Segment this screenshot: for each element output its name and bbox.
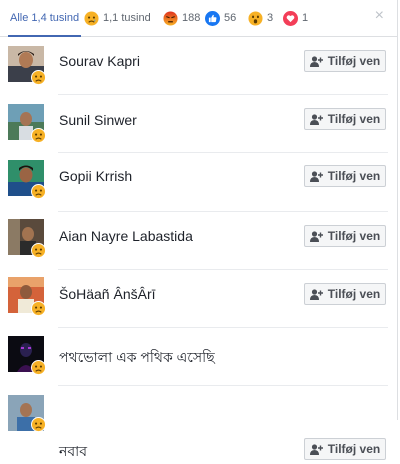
close-icon[interactable]: × bbox=[375, 8, 384, 24]
add-friend-label: Tilføj ven bbox=[327, 169, 381, 183]
person-name[interactable]: Sunil Sinwer bbox=[59, 112, 137, 128]
add-friend-button[interactable]: Tilføj ven bbox=[304, 108, 386, 130]
list-item: Sunil Sinwer Tilføj ven bbox=[0, 95, 398, 153]
angry-reaction-icon bbox=[163, 10, 178, 26]
add-friend-button[interactable]: Tilføj ven bbox=[304, 165, 386, 187]
add-friend-label: Tilføj ven bbox=[327, 442, 381, 456]
list-item: Aian Nayre Labastida Tilføj ven bbox=[0, 212, 398, 270]
tab-wow-count: 3 bbox=[267, 12, 274, 24]
tab-love-count: 1 bbox=[302, 12, 309, 24]
tab-angry[interactable]: 188 bbox=[163, 0, 200, 36]
add-friend-label: Tilføj ven bbox=[327, 287, 381, 301]
wow-reaction-icon bbox=[248, 10, 263, 26]
list-item: ŠoHäañ ÂnšÂrī Tilføj ven bbox=[0, 270, 398, 328]
sad-reaction-icon bbox=[31, 243, 46, 258]
tab-love[interactable]: 1 bbox=[283, 0, 308, 36]
add-friend-label: Tilføj ven bbox=[327, 229, 381, 243]
list-item: Sourav Kapri Tilføj ven bbox=[0, 37, 398, 95]
tab-sad-count: 1,1 tusind bbox=[103, 12, 151, 24]
sad-reaction-icon bbox=[84, 10, 99, 26]
add-friend-icon bbox=[309, 230, 323, 242]
add-friend-icon bbox=[309, 170, 323, 182]
add-friend-icon bbox=[309, 113, 323, 125]
tab-all-label: Alle 1,4 tusind bbox=[10, 12, 80, 24]
person-name[interactable]: Aian Nayre Labastida bbox=[59, 228, 193, 244]
tab-wow[interactable]: 3 bbox=[248, 0, 273, 36]
add-friend-button[interactable]: Tilføj ven bbox=[304, 50, 386, 72]
tab-angry-count: 188 bbox=[182, 12, 201, 24]
list-item: নবাব Tilføj ven bbox=[0, 387, 398, 460]
list-item: পথভোলা এক পথিক এসেছি bbox=[0, 328, 398, 386]
sad-reaction-icon bbox=[31, 301, 46, 316]
sad-reaction-icon bbox=[31, 128, 46, 143]
tab-like-count: 56 bbox=[224, 12, 237, 24]
person-name[interactable]: Sourav Kapri bbox=[59, 53, 140, 69]
tab-sad[interactable]: 1,1 tusind bbox=[84, 0, 151, 36]
list-item: Gopii Krrish Tilføj ven bbox=[0, 154, 398, 212]
add-friend-button[interactable]: Tilføj ven bbox=[304, 225, 386, 247]
divider bbox=[58, 385, 388, 386]
sad-reaction-icon bbox=[31, 184, 46, 199]
reactions-dialog: Alle 1,4 tusind 1,1 tusind 188 56 3 1 × … bbox=[0, 0, 398, 460]
add-friend-label: Tilføj ven bbox=[327, 112, 381, 126]
reaction-tabs: Alle 1,4 tusind 1,1 tusind 188 56 3 1 × bbox=[0, 0, 398, 37]
sad-reaction-icon bbox=[31, 70, 46, 85]
add-friend-icon bbox=[309, 288, 323, 300]
divider bbox=[58, 152, 388, 153]
add-friend-icon bbox=[309, 443, 323, 455]
add-friend-button[interactable]: Tilføj ven bbox=[304, 283, 386, 305]
add-friend-label: Tilføj ven bbox=[327, 54, 381, 68]
sad-reaction-icon bbox=[31, 360, 46, 375]
add-friend-button[interactable]: Tilføj ven bbox=[304, 438, 386, 460]
person-name[interactable]: পথভোলা এক পথিক এসেছি bbox=[59, 346, 215, 370]
sad-reaction-icon bbox=[31, 417, 46, 432]
person-name[interactable]: Gopii Krrish bbox=[59, 168, 132, 184]
tab-like[interactable]: 56 bbox=[205, 0, 236, 36]
tab-all[interactable]: Alle 1,4 tusind bbox=[8, 0, 82, 37]
like-reaction-icon bbox=[205, 10, 220, 26]
person-name[interactable]: নবাব bbox=[59, 440, 87, 464]
love-reaction-icon bbox=[283, 10, 298, 26]
person-name[interactable]: ŠoHäañ ÂnšÂrī bbox=[59, 286, 156, 302]
add-friend-icon bbox=[309, 55, 323, 67]
